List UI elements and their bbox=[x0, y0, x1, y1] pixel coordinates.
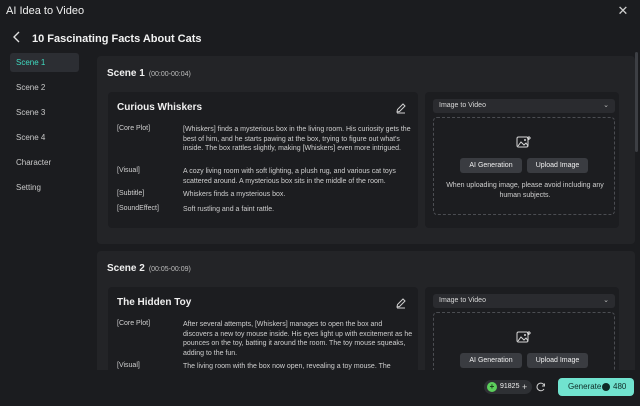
generate-cost: 480 bbox=[613, 382, 627, 391]
story-title: Curious Whiskers bbox=[117, 102, 203, 113]
media-mode-value: Image to Video bbox=[439, 102, 486, 109]
scrollbar[interactable] bbox=[635, 52, 638, 152]
media-card: Image to Video ⌄ AI Generation Upload Im… bbox=[425, 92, 619, 228]
media-mode-select[interactable]: Image to Video ⌄ bbox=[433, 294, 615, 308]
sidebar-item-setting[interactable]: Setting bbox=[10, 178, 79, 197]
sidebar-item-scene-1[interactable]: Scene 1 bbox=[10, 53, 79, 72]
generate-button[interactable]: Generate 480 bbox=[558, 378, 634, 396]
field-text-visual[interactable]: A cozy living room with soft lighting, a… bbox=[183, 167, 413, 186]
field-label-core-plot: [Core Plot] bbox=[117, 320, 151, 327]
ai-generation-button[interactable]: AI Generation bbox=[460, 353, 522, 368]
close-icon[interactable]: ✕ bbox=[616, 4, 630, 18]
scene-heading: Scene 2 (00:05-00:09) bbox=[107, 263, 191, 274]
sidebar-item-scene-4[interactable]: Scene 4 bbox=[10, 128, 79, 147]
scene-title-label: Scene 2 bbox=[107, 263, 145, 274]
story-card: The Hidden Toy [Core Plot] After several… bbox=[108, 287, 418, 370]
edit-icon[interactable] bbox=[395, 101, 407, 114]
back-arrow-icon[interactable] bbox=[12, 31, 24, 45]
coin-icon bbox=[602, 383, 610, 391]
media-mode-value: Image to Video bbox=[439, 297, 486, 304]
credits-coin-icon: + bbox=[487, 382, 497, 392]
add-image-icon bbox=[516, 135, 532, 149]
scene-time: (00:00-00:04) bbox=[148, 71, 191, 78]
field-label-sound-effect: [SoundEffect] bbox=[117, 205, 159, 212]
story-title: The Hidden Toy bbox=[117, 297, 192, 308]
upload-hint: When uploading image, please avoid inclu… bbox=[446, 182, 604, 199]
add-credits-button[interactable]: + bbox=[522, 380, 527, 394]
field-text-sound-effect[interactable]: Soft rustling and a faint rattle. bbox=[183, 205, 413, 215]
scene-card: Scene 2 (00:05-00:09) The Hidden Toy [Cor… bbox=[97, 251, 635, 370]
chevron-down-icon: ⌄ bbox=[603, 297, 609, 304]
sidebar-item-scene-3[interactable]: Scene 3 bbox=[10, 103, 79, 122]
image-drop-zone[interactable]: AI Generation Upload Image When uploadin… bbox=[433, 117, 615, 215]
ai-generation-button[interactable]: AI Generation bbox=[460, 158, 522, 173]
footer-bar: + 91825 + Generate 480 bbox=[0, 370, 640, 406]
refresh-icon[interactable] bbox=[536, 382, 546, 392]
upload-image-button[interactable]: Upload Image bbox=[527, 158, 588, 173]
media-mode-select[interactable]: Image to Video ⌄ bbox=[433, 99, 615, 113]
field-text-subtitle[interactable]: Whiskers finds a mysterious box. bbox=[183, 190, 413, 200]
page-header: 10 Fascinating Facts About Cats bbox=[0, 24, 640, 52]
generate-label: Generate bbox=[568, 382, 602, 391]
sidebar-item-scene-2[interactable]: Scene 2 bbox=[10, 78, 79, 97]
app-title: AI Idea to Video bbox=[6, 5, 85, 17]
scene-heading: Scene 1 (00:00-00:04) bbox=[107, 68, 191, 79]
scene-card: Scene 1 (00:00-00:04) Curious Whiskers [C… bbox=[97, 56, 635, 244]
add-image-icon bbox=[516, 330, 532, 344]
field-label-core-plot: [Core Plot] bbox=[117, 125, 151, 132]
edit-icon[interactable] bbox=[395, 296, 407, 309]
page-title: 10 Fascinating Facts About Cats bbox=[32, 33, 202, 45]
scenes-panel: Scene 1 (00:00-00:04) Curious Whiskers [C… bbox=[97, 52, 635, 370]
scene-time: (00:05-00:09) bbox=[148, 266, 191, 273]
image-drop-zone[interactable]: AI Generation Upload Image bbox=[433, 312, 615, 370]
field-text-core-plot[interactable]: [Whiskers] finds a mysterious box in the… bbox=[183, 125, 413, 154]
field-text-core-plot[interactable]: After several attempts, [Whiskers] manag… bbox=[183, 320, 413, 358]
field-label-subtitle: [Subtitle] bbox=[117, 190, 145, 197]
credits-balance: 91825 bbox=[500, 383, 520, 390]
title-bar: AI Idea to Video ✕ bbox=[0, 0, 640, 24]
field-label-visual: [Visual] bbox=[117, 167, 140, 174]
media-card: Image to Video ⌄ AI Generation Upload Im… bbox=[425, 287, 619, 370]
upload-image-button[interactable]: Upload Image bbox=[527, 353, 588, 368]
chevron-down-icon: ⌄ bbox=[603, 102, 609, 109]
field-label-visual: [Visual] bbox=[117, 362, 140, 369]
scene-sidebar: Scene 1 Scene 2 Scene 3 Scene 4 Characte… bbox=[0, 52, 90, 406]
credits-pill[interactable]: + 91825 + bbox=[484, 380, 532, 394]
scene-title-label: Scene 1 bbox=[107, 68, 145, 79]
story-card: Curious Whiskers [Core Plot] [Whiskers] … bbox=[108, 92, 418, 228]
sidebar-item-character[interactable]: Character bbox=[10, 153, 79, 172]
field-text-visual[interactable]: The living room with the box now open, r… bbox=[183, 362, 413, 370]
